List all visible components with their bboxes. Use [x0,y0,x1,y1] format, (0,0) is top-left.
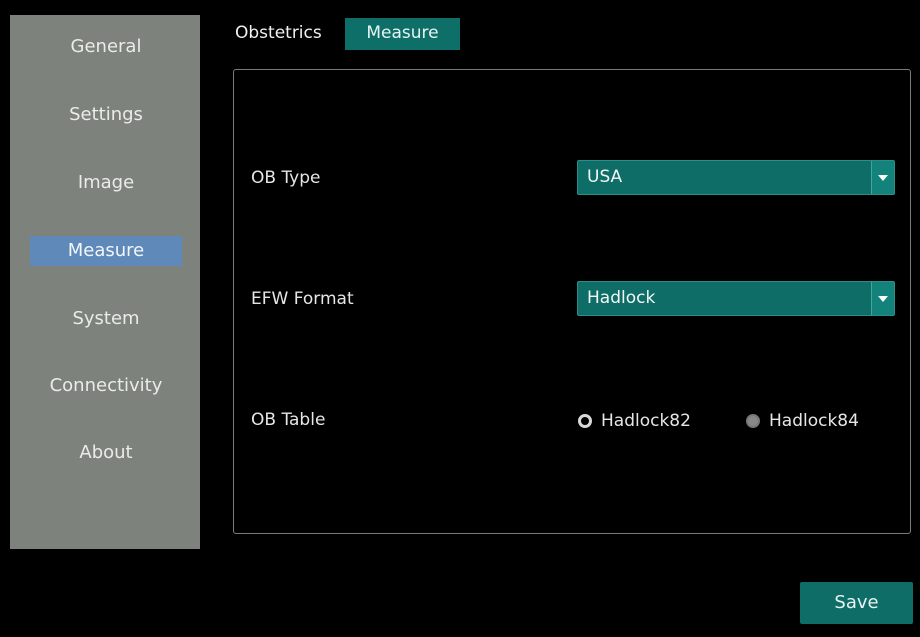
efw-format-value: Hadlock [587,288,656,308]
save-button[interactable]: Save [800,582,913,624]
measure-settings-panel: OB Type USA EFW Format Hadlock OB Table … [233,69,911,534]
radio-selected-icon [746,414,760,428]
radio-hadlock82[interactable]: Hadlock82 [578,411,691,431]
ob-type-value: USA [587,167,623,187]
sidebar-item-system[interactable]: System [30,304,182,334]
sidebar-item-general[interactable]: General [30,32,182,62]
radio-hadlock82-label: Hadlock82 [601,411,691,431]
ob-table-label: OB Table [251,410,326,430]
efw-format-label: EFW Format [251,289,354,309]
radio-hadlock84[interactable]: Hadlock84 [746,411,859,431]
radio-unselected-icon [578,414,592,428]
radio-hadlock84-label: Hadlock84 [769,411,859,431]
chevron-down-icon [871,282,894,315]
settings-sidebar: General Settings Image Measure System Co… [10,15,200,549]
efw-format-dropdown[interactable]: Hadlock [577,281,895,316]
sidebar-item-image[interactable]: Image [30,168,182,198]
sidebar-item-about[interactable]: About [30,438,182,468]
tab-obstetrics[interactable]: Obstetrics [235,18,322,50]
sidebar-item-settings[interactable]: Settings [30,100,182,130]
sidebar-item-measure[interactable]: Measure [30,236,182,266]
ob-type-dropdown[interactable]: USA [577,160,895,195]
ob-type-label: OB Type [251,168,321,188]
tab-measure[interactable]: Measure [345,18,460,50]
chevron-down-icon [871,161,894,194]
sidebar-item-connectivity[interactable]: Connectivity [30,371,182,401]
